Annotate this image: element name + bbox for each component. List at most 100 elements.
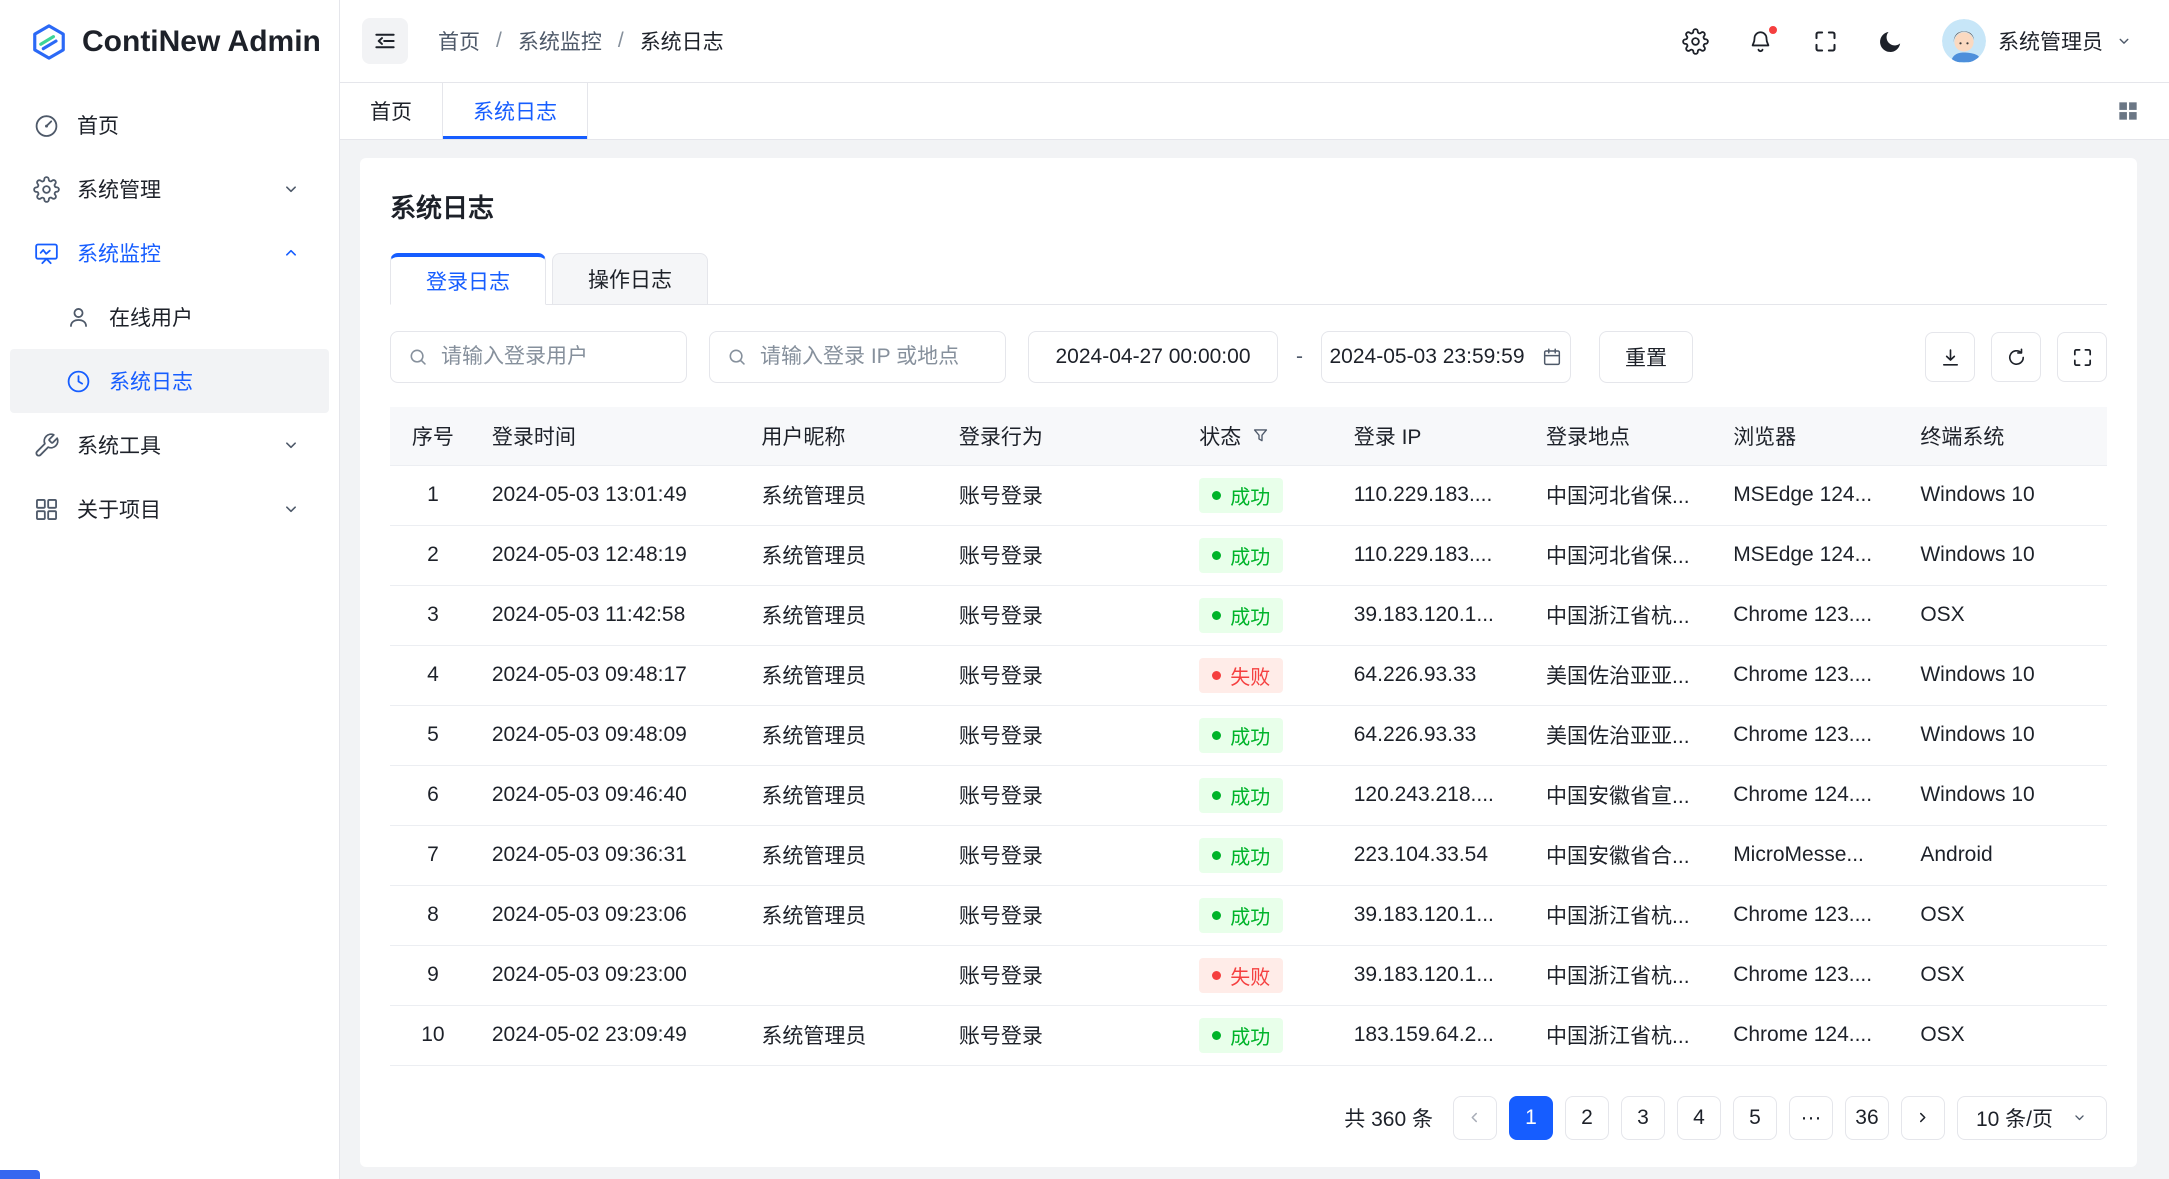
settings-button[interactable] xyxy=(1682,28,1709,55)
sidebar-item-about-project[interactable]: 关于项目 xyxy=(0,477,339,541)
sidebar-item-system-tools[interactable]: 系统工具 xyxy=(0,413,339,477)
date-end-picker[interactable]: 2024-05-03 23:59:59 xyxy=(1321,331,1571,383)
sidebar-collapse-button[interactable] xyxy=(362,18,408,64)
sidebar-item-online-users[interactable]: 在线用户 xyxy=(10,285,329,349)
cell-login-time: 2024-05-03 13:01:49 xyxy=(476,465,746,525)
user-menu[interactable]: 系统管理员 xyxy=(1942,19,2133,63)
breadcrumb-item-home[interactable]: 首页 xyxy=(438,26,480,56)
tab-operation-log[interactable]: 操作日志 xyxy=(552,253,708,305)
cell-index: 1 xyxy=(390,465,476,525)
cell-nickname xyxy=(745,945,942,1005)
app-title: ContiNew Admin xyxy=(82,25,321,59)
cell-index: 3 xyxy=(390,585,476,645)
login-user-input[interactable] xyxy=(441,345,670,369)
cell-status: 成功 xyxy=(1183,825,1338,885)
notification-badge xyxy=(1767,24,1779,36)
filter-funnel-icon[interactable] xyxy=(1251,426,1270,445)
moon-icon xyxy=(1877,28,1904,55)
prev-page-button[interactable] xyxy=(1453,1096,1497,1140)
status-dot-icon xyxy=(1212,551,1221,560)
next-page-button[interactable] xyxy=(1901,1096,1945,1140)
wrench-icon xyxy=(33,432,60,459)
dark-mode-toggle[interactable] xyxy=(1877,28,1904,55)
cell-index: 7 xyxy=(390,825,476,885)
app-logo-row[interactable]: ContiNew Admin xyxy=(0,0,339,83)
status-dot-icon xyxy=(1212,491,1221,500)
cell-index: 8 xyxy=(390,885,476,945)
status-badge: 成功 xyxy=(1199,778,1283,813)
status-dot-icon xyxy=(1212,971,1221,980)
filter-bar: 2024-04-27 00:00:00 - 2024-05-03 23:59:5… xyxy=(390,331,2107,383)
cell-os: Windows 10 xyxy=(1904,705,2107,765)
table-row: 62024-05-03 09:46:40系统管理员账号登录成功120.243.2… xyxy=(390,765,2107,825)
system-log-card: 系统日志 登录日志 操作日志 2024-04 xyxy=(360,158,2137,1167)
app-logo-icon xyxy=(30,23,68,61)
status-badge: 成功 xyxy=(1199,538,1283,573)
cell-nickname: 系统管理员 xyxy=(745,585,942,645)
cell-location: 中国浙江省杭... xyxy=(1530,945,1717,1005)
sidebar-item-home[interactable]: 首页 xyxy=(0,93,339,157)
page-button-2[interactable]: 2 xyxy=(1565,1096,1609,1140)
search-icon xyxy=(407,346,429,368)
col-index: 序号 xyxy=(390,407,476,465)
cell-browser: Chrome 124.... xyxy=(1717,765,1904,825)
cell-action: 账号登录 xyxy=(943,525,1183,585)
cell-browser: MSEdge 124... xyxy=(1717,525,1904,585)
cell-login-time: 2024-05-03 12:48:19 xyxy=(476,525,746,585)
export-button[interactable] xyxy=(1925,332,1975,382)
fullscreen-button[interactable] xyxy=(1812,28,1839,55)
page-button-1[interactable]: 1 xyxy=(1509,1096,1553,1140)
tab-home[interactable]: 首页 xyxy=(340,83,443,139)
tab-system-log[interactable]: 系统日志 xyxy=(443,83,588,139)
tabbar-actions xyxy=(2115,83,2169,139)
table-fullscreen-button[interactable] xyxy=(2057,332,2107,382)
chevron-up-icon xyxy=(281,243,301,263)
cell-browser: Chrome 123.... xyxy=(1717,645,1904,705)
cell-index: 5 xyxy=(390,705,476,765)
table-row: 72024-05-03 09:36:31系统管理员账号登录成功223.104.3… xyxy=(390,825,2107,885)
cell-status: 成功 xyxy=(1183,705,1338,765)
page-ellipsis-button[interactable]: ··· xyxy=(1789,1096,1833,1140)
table-row: 52024-05-03 09:48:09系统管理员账号登录成功64.226.93… xyxy=(390,705,2107,765)
cell-ip: 110.229.183.... xyxy=(1338,525,1530,585)
reset-button[interactable]: 重置 xyxy=(1599,331,1693,383)
cell-nickname: 系统管理员 xyxy=(745,525,942,585)
sidebar-item-system-monitor[interactable]: 系统监控 xyxy=(0,221,339,285)
topbar: 首页 / 系统监控 / 系统日志 xyxy=(340,0,2169,83)
table-body: 12024-05-03 13:01:49系统管理员账号登录成功110.229.1… xyxy=(390,465,2107,1065)
cell-location: 中国浙江省杭... xyxy=(1530,885,1717,945)
bottom-left-accent xyxy=(0,1170,40,1179)
chevron-down-icon xyxy=(281,179,301,199)
cell-nickname: 系统管理员 xyxy=(745,705,942,765)
cell-login-time: 2024-05-02 23:09:49 xyxy=(476,1005,746,1065)
cell-location: 中国浙江省杭... xyxy=(1530,1005,1717,1065)
sidebar-item-system-management[interactable]: 系统管理 xyxy=(0,157,339,221)
cell-status: 成功 xyxy=(1183,525,1338,585)
breadcrumb-item-current: 系统日志 xyxy=(640,26,724,56)
login-ip-input[interactable] xyxy=(760,345,989,369)
sidebar-item-system-log[interactable]: 系统日志 xyxy=(10,349,329,413)
tab-login-log[interactable]: 登录日志 xyxy=(390,253,546,305)
page-button-3[interactable]: 3 xyxy=(1621,1096,1665,1140)
grid-filled-icon xyxy=(2115,98,2141,124)
date-start-picker[interactable]: 2024-04-27 00:00:00 xyxy=(1028,331,1278,383)
refresh-button[interactable] xyxy=(1991,332,2041,382)
cell-nickname: 系统管理员 xyxy=(745,465,942,525)
tab-list-button[interactable] xyxy=(2115,98,2141,124)
status-dot-icon xyxy=(1212,851,1221,860)
cell-nickname: 系统管理员 xyxy=(745,645,942,705)
cell-status: 成功 xyxy=(1183,765,1338,825)
chevron-left-icon xyxy=(1465,1108,1484,1127)
page-button-4[interactable]: 4 xyxy=(1677,1096,1721,1140)
notifications-button[interactable] xyxy=(1747,28,1774,55)
cell-os: OSX xyxy=(1904,945,2107,1005)
page-button-5[interactable]: 5 xyxy=(1733,1096,1777,1140)
page-button-36[interactable]: 36 xyxy=(1845,1096,1889,1140)
download-icon xyxy=(1939,346,1962,369)
cell-action: 账号登录 xyxy=(943,705,1183,765)
status-dot-icon xyxy=(1212,731,1221,740)
gear-icon xyxy=(1682,28,1709,55)
breadcrumb-item-monitor[interactable]: 系统监控 xyxy=(518,26,602,56)
page-size-select[interactable]: 10 条/页 xyxy=(1957,1096,2107,1140)
breadcrumb-separator: / xyxy=(496,29,502,53)
